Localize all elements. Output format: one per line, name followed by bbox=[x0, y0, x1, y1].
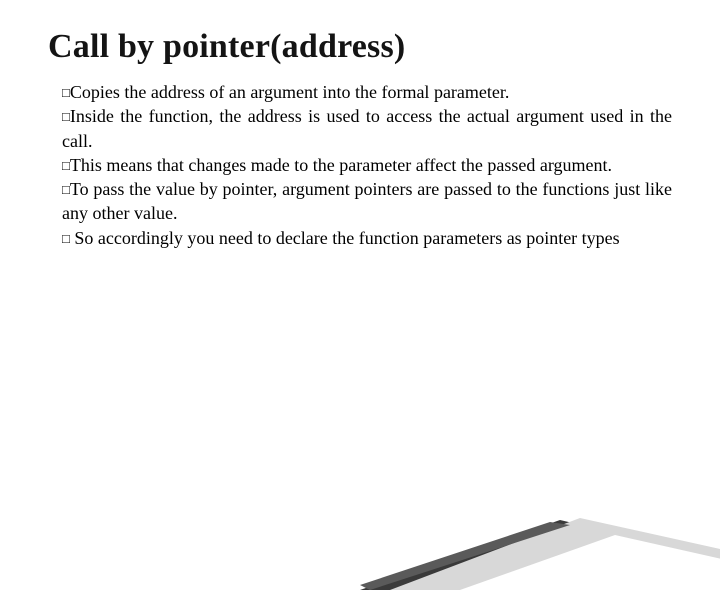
bullet-text: To pass the value by pointer, argument p… bbox=[62, 179, 672, 223]
slide: Call by pointer(address) □Copies the add… bbox=[0, 0, 720, 250]
bullet-text: Inside the function, the address is used… bbox=[62, 106, 672, 150]
bullet-icon: □ bbox=[62, 157, 70, 175]
bullet-text: This means that changes made to the para… bbox=[70, 155, 612, 175]
bullet-text: So accordingly you need to declare the f… bbox=[70, 228, 620, 248]
slide-body: □Copies the address of an argument into … bbox=[48, 80, 672, 250]
slide-title: Call by pointer(address) bbox=[48, 28, 672, 66]
bullet-text: Copies the address of an argument into t… bbox=[70, 82, 510, 102]
corner-decoration bbox=[360, 390, 720, 590]
bullet-icon: □ bbox=[62, 181, 70, 199]
bullet-icon: □ bbox=[62, 230, 70, 248]
bullet-icon: □ bbox=[62, 84, 70, 102]
bullet-icon: □ bbox=[62, 108, 70, 126]
